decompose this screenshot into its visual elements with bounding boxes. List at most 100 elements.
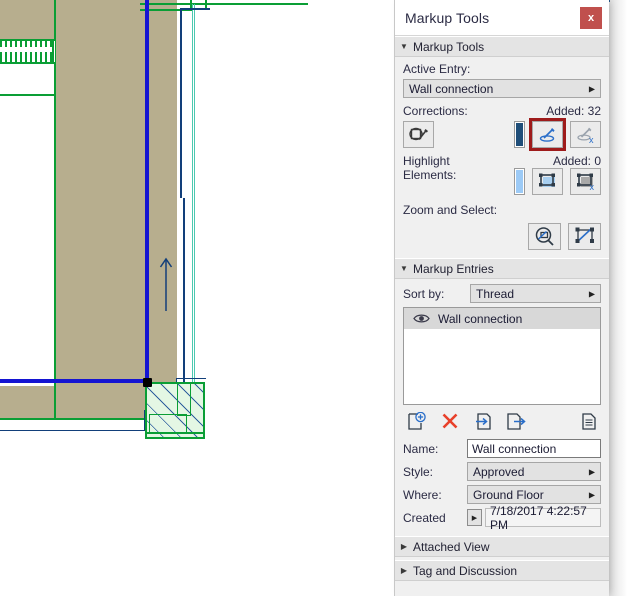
construction-line-bottom-horizontal: [0, 430, 145, 431]
add-correction-icon: [539, 127, 555, 142]
where-label: Where:: [403, 487, 442, 502]
element-inner-outline-3: [145, 432, 205, 434]
active-entry-label: Active Entry:: [403, 62, 471, 76]
wall-fill-main: [55, 96, 145, 420]
triangle-down-icon: ▼: [400, 42, 408, 51]
element-inner-outline-1: [149, 414, 187, 434]
construction-line-vertical-2: [183, 198, 185, 388]
remove-correction-button[interactable]: x: [570, 121, 601, 148]
element-inner-outline-2: [177, 382, 191, 416]
chevron-right-icon: ▶: [588, 289, 595, 298]
delete-entry-icon: [442, 413, 457, 429]
active-entry-dropdown[interactable]: Wall connection ▶: [403, 79, 601, 98]
zoom-to-entry-icon: [535, 227, 554, 246]
select-elements-icon: [575, 227, 594, 243]
panel-drop-shadow: [609, 0, 627, 596]
add-highlight-icon: [538, 173, 555, 187]
new-entry-icon: [408, 411, 426, 430]
list-item[interactable]: Wall connection: [404, 308, 600, 329]
import-entry-button[interactable]: [469, 410, 496, 432]
close-icon: x: [587, 12, 595, 24]
sort-by-dropdown[interactable]: Thread ▶: [470, 284, 601, 303]
corrections-added-count: Added: 32: [546, 104, 601, 118]
style-value: Approved: [473, 464, 525, 479]
wall-outline-top: [140, 3, 308, 5]
entry-details-button[interactable]: [577, 410, 601, 432]
section-header-markup-tools[interactable]: ▼ Markup Tools: [395, 36, 609, 57]
import-entry-icon: [475, 412, 491, 430]
remove-correction-icon: x: [576, 127, 594, 144]
active-entry-value: Wall connection: [409, 81, 494, 96]
section-header-tag-discussion[interactable]: ▶ Tag and Discussion: [395, 560, 609, 581]
highlight-color-strip[interactable]: [514, 168, 525, 195]
close-button[interactable]: x: [580, 7, 602, 29]
add-correction-button[interactable]: [529, 118, 566, 151]
style-dropdown[interactable]: Approved ▶: [467, 462, 601, 481]
wall-fill-left: [0, 0, 55, 39]
section-title-markup-entries: Markup Entries: [413, 261, 494, 276]
style-label: Style:: [403, 464, 434, 479]
remove-highlight-button[interactable]: x: [570, 168, 601, 195]
wall-fill-upper-left: [55, 0, 145, 96]
construction-line-detail-2: [176, 378, 206, 379]
zoom-to-entry-button[interactable]: [528, 223, 561, 250]
section-title-attached-view: Attached View: [413, 539, 490, 554]
marked-wall-horizontal: [0, 379, 148, 383]
select-elements-button[interactable]: [568, 223, 601, 250]
new-entry-button[interactable]: [403, 410, 430, 432]
direction-arrow-icon: [159, 257, 173, 311]
add-highlight-button[interactable]: [532, 168, 563, 195]
highlight-added-count: Added: 0: [552, 154, 601, 168]
created-value: 7/18/2017 4:22:57 PM: [485, 504, 601, 532]
corrections-toolbar: x: [403, 118, 601, 151]
sort-by-value: Thread: [476, 286, 515, 301]
wall-outline-horizontal-1: [0, 94, 56, 96]
triangle-down-icon: ▼: [400, 264, 408, 273]
where-row: Where: Ground Floor ▶: [403, 485, 601, 504]
zoom-select-toolbar: [403, 223, 601, 250]
created-row: Created ▶ 7/18/2017 4:22:57 PM: [403, 504, 601, 532]
corrections-label-row: Corrections: Added: 32: [403, 104, 601, 118]
export-entry-button[interactable]: [502, 410, 529, 432]
name-input[interactable]: Wall connection: [467, 439, 601, 458]
triangle-right-icon: ▶: [400, 566, 408, 575]
name-value: Wall connection: [472, 441, 557, 456]
eye-icon[interactable]: [404, 313, 438, 324]
section-header-markup-entries[interactable]: ▼ Markup Entries: [395, 258, 609, 279]
chevron-right-icon: ▶: [588, 467, 595, 476]
triangle-right-icon: ▶: [400, 542, 408, 551]
created-label: Created: [403, 510, 446, 525]
name-label: Name:: [403, 441, 439, 456]
section-header-attached-view[interactable]: ▶ Attached View: [395, 536, 609, 557]
chevron-right-icon: ▶: [588, 490, 595, 499]
svg-text:x: x: [589, 182, 594, 191]
markup-entries-list[interactable]: Wall connection: [403, 307, 601, 405]
chevron-right-icon: ▶: [588, 84, 595, 93]
markup-entries-toolbar: [403, 410, 601, 432]
panel-title-bar: Markup Tools x: [395, 0, 609, 36]
delete-entry-button[interactable]: [436, 410, 463, 432]
svg-text:x: x: [589, 135, 594, 144]
correction-color-strip[interactable]: [514, 121, 525, 148]
export-entry-icon: [506, 412, 526, 430]
markup-tools-panel: Markup Tools x ▼ Markup Tools Active Ent…: [394, 0, 610, 596]
where-dropdown[interactable]: Ground Floor ▶: [467, 485, 601, 504]
highlight-labels: Highlight Elements:: [403, 154, 456, 182]
cad-drawing-canvas[interactable]: [0, 0, 394, 596]
highlighted-element[interactable]: [145, 382, 205, 439]
paint-correction-button[interactable]: [403, 121, 434, 148]
name-row: Name: Wall connection: [403, 439, 601, 458]
section-title-tag-discussion: Tag and Discussion: [413, 563, 518, 578]
style-row: Style: Approved ▶: [403, 462, 601, 481]
construction-line-top: [180, 8, 210, 10]
zoom-select-label: Zoom and Select:: [403, 203, 498, 217]
section-title-markup-tools: Markup Tools: [413, 39, 485, 54]
markup-entries-body: Sort by: Thread ▶ Wall connection Name: …: [395, 279, 609, 532]
marked-wall-vertical: [145, 0, 149, 383]
paint-correction-icon: [408, 127, 428, 140]
wall-fill-lower-strip: [0, 386, 145, 420]
sort-by-row: Sort by: Thread ▶: [403, 284, 601, 303]
markup-tools-body: Active Entry: Wall connection ▶ Correcti…: [395, 57, 609, 250]
panel-title: Markup Tools: [405, 9, 490, 26]
created-expand-button[interactable]: ▶: [467, 509, 482, 526]
